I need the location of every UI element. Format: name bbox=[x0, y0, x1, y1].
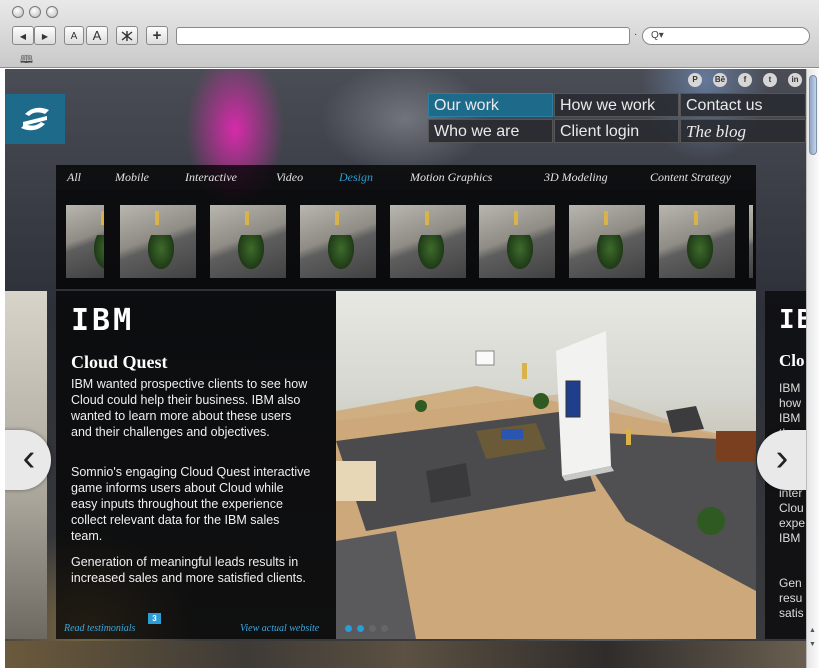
nav-how-we-work[interactable]: How we work bbox=[554, 93, 679, 117]
behance-icon[interactable]: Bē bbox=[713, 73, 727, 87]
project-thumbnail[interactable] bbox=[479, 205, 555, 278]
next-client-logo: IBM bbox=[779, 305, 806, 335]
filter-all[interactable]: All bbox=[67, 170, 81, 185]
web-page: P Bē f t in Our work How we work Contact… bbox=[5, 69, 806, 668]
slider-dot-4[interactable] bbox=[381, 625, 388, 632]
project-thumbnail-strip bbox=[56, 189, 756, 289]
project-thumbnail[interactable] bbox=[749, 205, 753, 278]
text-smaller-label: A bbox=[70, 31, 78, 42]
project-thumbnail[interactable] bbox=[210, 205, 286, 278]
facebook-icon[interactable]: f bbox=[738, 73, 752, 87]
project-title: Cloud Quest bbox=[71, 352, 168, 372]
filter-interactive[interactable]: Interactive bbox=[185, 170, 237, 185]
bug-icon bbox=[121, 31, 133, 41]
nav-client-login[interactable]: Client login bbox=[554, 119, 679, 143]
main-nav: Our work How we work Contact us Who we a… bbox=[428, 93, 806, 143]
project-paragraph-2: Somnio's engaging Cloud Quest interactiv… bbox=[71, 465, 311, 543]
twitter-icon[interactable]: t bbox=[763, 73, 777, 87]
nav-the-blog[interactable]: The blog bbox=[680, 119, 806, 143]
slider-dot-2[interactable] bbox=[357, 625, 364, 632]
forward-arrow-icon: ▶ bbox=[41, 32, 49, 41]
pinterest-icon[interactable]: P bbox=[688, 73, 702, 87]
text-bigger-button[interactable]: A bbox=[86, 26, 108, 45]
site-logo[interactable] bbox=[5, 94, 65, 144]
view-website-link[interactable]: View actual website bbox=[240, 623, 319, 634]
swirl-logo-icon bbox=[21, 107, 49, 131]
testimonials-count-badge: 3 bbox=[148, 613, 161, 624]
add-bookmark-button[interactable]: + bbox=[146, 26, 168, 45]
back-arrow-icon: ◀ bbox=[19, 32, 27, 41]
search-icon: Q▾ bbox=[651, 30, 664, 41]
scroll-up-icon[interactable]: ▲ bbox=[809, 627, 816, 634]
project-paragraph-1: IBM wanted prospective clients to see ho… bbox=[71, 377, 308, 439]
slider-dot-3[interactable] bbox=[369, 625, 376, 632]
project-description-card: IBM Cloud Quest IBM wanted prospective c… bbox=[56, 291, 336, 639]
zoom-window-button[interactable] bbox=[46, 6, 58, 18]
project-thumbnail[interactable] bbox=[300, 205, 376, 278]
project-thumbnail[interactable] bbox=[66, 205, 104, 278]
minimize-window-button[interactable] bbox=[29, 6, 41, 18]
forward-button[interactable]: ▶ bbox=[34, 26, 56, 45]
close-window-button[interactable] bbox=[12, 6, 24, 18]
linkedin-icon[interactable]: in bbox=[788, 73, 802, 87]
office-render-illustration bbox=[336, 331, 756, 639]
category-filter-bar: All Mobile Interactive Video Design Moti… bbox=[56, 165, 756, 189]
next-project-title: Clo bbox=[779, 351, 805, 370]
filter-design[interactable]: Design bbox=[339, 170, 373, 185]
chevron-right-icon: › bbox=[775, 437, 789, 479]
scroll-down-icon[interactable]: ▼ bbox=[809, 641, 816, 648]
project-hero-image bbox=[336, 291, 756, 639]
add-icon: + bbox=[152, 27, 162, 44]
client-logo-ibm: IBM bbox=[71, 303, 135, 338]
text-bigger-label: A bbox=[92, 28, 102, 43]
address-bar[interactable] bbox=[176, 27, 630, 45]
browser-toolbar: ◀ ▶ A A + · Q▾ 🕮 bbox=[0, 0, 819, 68]
search-input[interactable]: Q▾ bbox=[642, 27, 810, 45]
project-thumbnail[interactable] bbox=[120, 205, 196, 278]
chevron-left-icon: ‹ bbox=[22, 437, 36, 479]
page-scrollbar[interactable]: ▲ ▼ bbox=[806, 69, 819, 668]
filter-video[interactable]: Video bbox=[276, 170, 303, 185]
next-project-description: IBM how IBM the obje Som inter Clou expe… bbox=[779, 381, 806, 620]
project-thumbnail[interactable] bbox=[390, 205, 466, 278]
nav-contact-us[interactable]: Contact us bbox=[680, 93, 806, 117]
text-smaller-button[interactable]: A bbox=[64, 26, 84, 45]
address-bar-dot-icon: · bbox=[634, 29, 638, 40]
back-button[interactable]: ◀ bbox=[12, 26, 34, 45]
filter-3d-modeling[interactable]: 3D Modeling bbox=[544, 170, 608, 185]
bookmarks-icon[interactable]: 🕮 bbox=[20, 51, 33, 70]
nav-who-we-are[interactable]: Who we are bbox=[428, 119, 553, 143]
background-street bbox=[5, 641, 806, 668]
project-thumbnail[interactable] bbox=[569, 205, 645, 278]
scrollbar-thumb[interactable] bbox=[809, 75, 817, 155]
filter-motion-graphics[interactable]: Motion Graphics bbox=[410, 170, 492, 185]
read-testimonials-link[interactable]: Read testimonials bbox=[64, 623, 135, 634]
bug-report-button[interactable] bbox=[116, 26, 138, 45]
filter-content-strategy[interactable]: Content Strategy bbox=[650, 170, 731, 185]
project-thumbnail[interactable] bbox=[659, 205, 735, 278]
project-paragraph-3: Generation of meaningful leads results i… bbox=[71, 555, 306, 585]
slider-dot-1[interactable] bbox=[345, 625, 352, 632]
filter-mobile[interactable]: Mobile bbox=[115, 170, 149, 185]
nav-our-work[interactable]: Our work bbox=[428, 93, 553, 117]
